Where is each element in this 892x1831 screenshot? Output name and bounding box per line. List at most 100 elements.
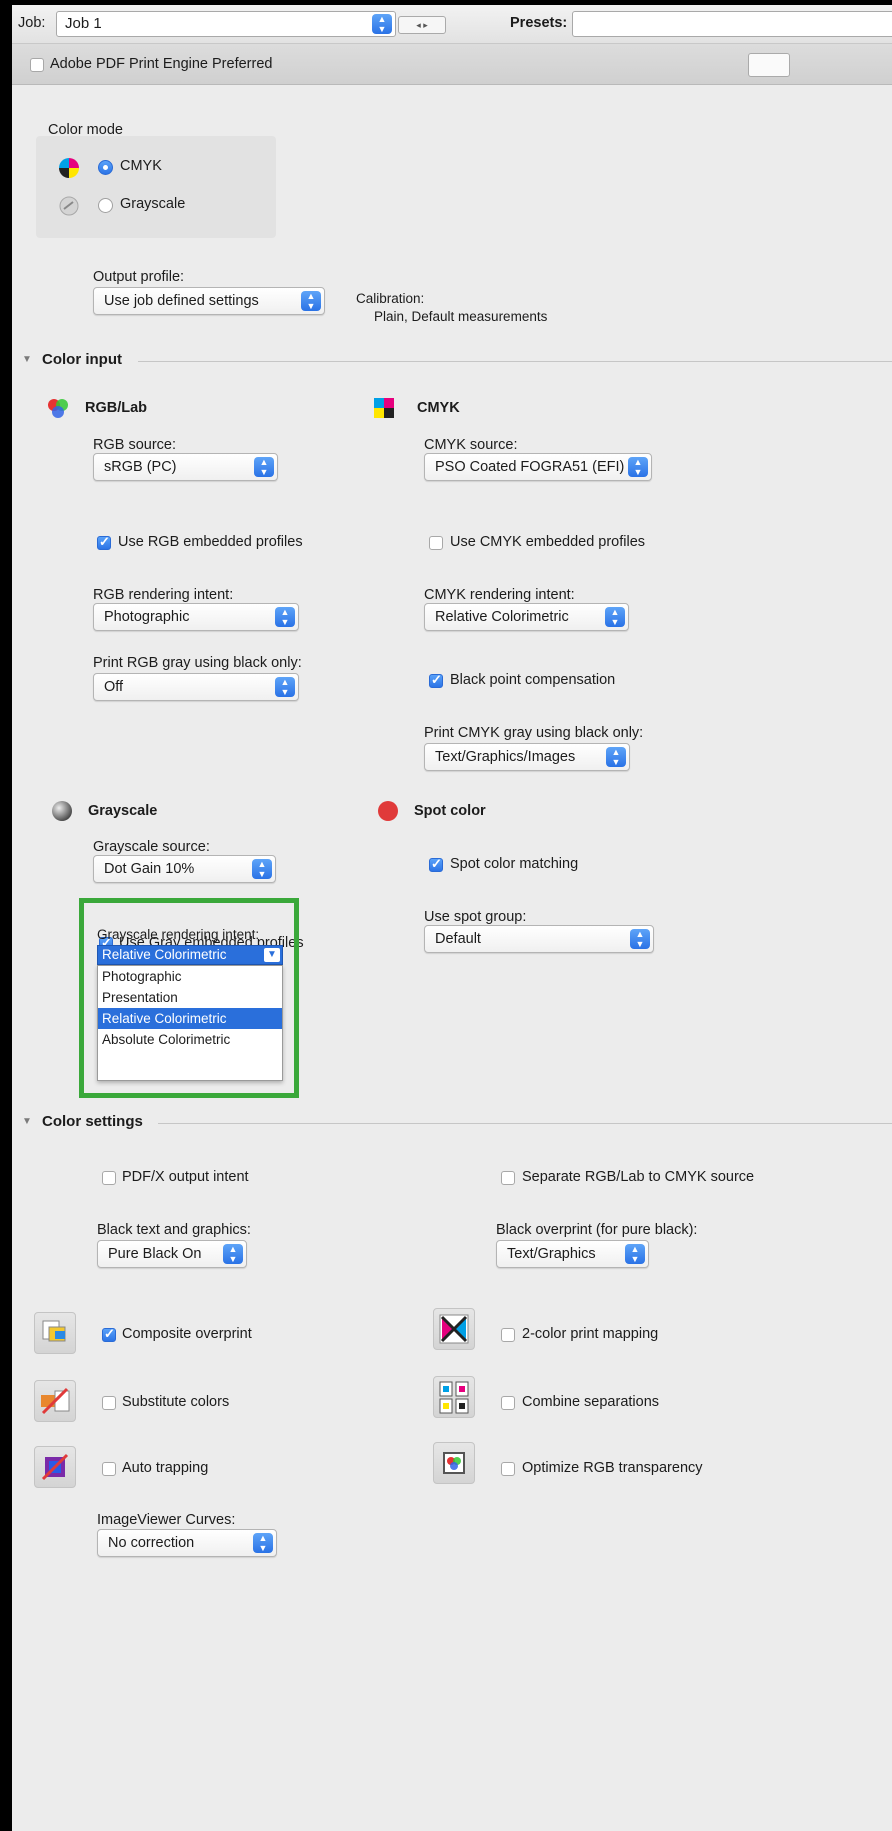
cmyk-intent-select[interactable]: Relative Colorimetric ▲ ▼: [424, 603, 629, 631]
grayscale-radio[interactable]: [98, 198, 113, 213]
output-profile-select[interactable]: Use job defined settings ▲ ▼: [93, 287, 325, 315]
select-arrows-icon: ▲ ▼: [301, 291, 321, 311]
chevron-down-icon: ▼: [264, 948, 280, 962]
cmyk-radio-label: CMYK: [120, 158, 162, 174]
select-arrows-icon: ▲ ▼: [606, 747, 626, 767]
menu-item-presentation[interactable]: Presentation: [98, 987, 282, 1008]
cmyk-intent-label: CMYK rendering intent:: [424, 587, 575, 603]
grayscale-sphere-icon: [52, 801, 72, 821]
cmyk-radio[interactable]: [98, 160, 113, 175]
auto-trapping-checkbox[interactable]: [102, 1462, 116, 1476]
pdf-engine-checkbox[interactable]: [30, 58, 44, 72]
output-profile-value: Use job defined settings: [104, 293, 259, 309]
select-arrows-icon: ▲ ▼: [254, 457, 274, 477]
menu-item-relative-colorimetric[interactable]: Relative Colorimetric: [98, 1008, 282, 1029]
rgb-source-label: RGB source:: [93, 437, 176, 453]
two-color-mapping-checkbox[interactable]: [501, 1328, 515, 1342]
black-text-select[interactable]: Pure Black On ▲ ▼: [97, 1240, 247, 1268]
color-mode-box: CMYK Grayscale: [36, 136, 276, 238]
cmyk-embedded-checkbox[interactable]: [429, 536, 443, 550]
grayscale-wheel-icon: [59, 196, 79, 216]
disclosure-triangle-icon[interactable]: ▼: [22, 1116, 32, 1127]
select-arrows-icon: ▲ ▼: [275, 677, 295, 697]
color-input-title: Color input: [42, 351, 122, 368]
substitute-colors-checkbox[interactable]: [102, 1396, 116, 1410]
spot-matching-checkbox[interactable]: [429, 856, 443, 872]
rgb-lab-title: RGB/Lab: [85, 400, 148, 416]
grayscale-radio-label: Grayscale: [120, 196, 186, 212]
black-overprint-select[interactable]: Text/Graphics ▲ ▼: [496, 1240, 649, 1268]
substitute-colors-icon: [41, 1387, 70, 1415]
cmyk-gray-select[interactable]: Text/Graphics/Images ▲ ▼: [424, 743, 630, 771]
auto-trapping-icon: [41, 1453, 69, 1481]
auto-trapping-label: Auto trapping: [122, 1460, 209, 1476]
pdfx-output-intent-checkbox[interactable]: [102, 1171, 116, 1185]
color-settings-window: Job: Job 1 ▲ ▼ ◂ ▸ Presets: Adobe PDF Pri…: [12, 5, 892, 1831]
job-toolbar: Job: Job 1 ▲ ▼ ◂ ▸ Presets:: [12, 5, 892, 44]
black-point-compensation-checkbox[interactable]: [429, 672, 443, 688]
substitute-colors-label: Substitute colors: [122, 1394, 230, 1410]
cmyk-wheel-icon: [59, 158, 79, 178]
composite-overprint-label: Composite overprint: [122, 1326, 252, 1342]
spot-group-value: Default: [435, 931, 481, 947]
spot-group-select[interactable]: Default ▲ ▼: [424, 925, 654, 953]
job-select[interactable]: Job 1: [56, 11, 396, 37]
cmyk-intent-value: Relative Colorimetric: [435, 609, 569, 625]
imageviewer-curves-value: No correction: [108, 1535, 195, 1551]
rgb-intent-select[interactable]: Photographic ▲ ▼: [93, 603, 299, 631]
menu-item-absolute-colorimetric[interactable]: Absolute Colorimetric: [98, 1029, 282, 1050]
select-arrows-icon: ▲ ▼: [628, 457, 648, 477]
optimize-rgb-transparency-checkbox[interactable]: [501, 1462, 515, 1476]
rgb-intent-label: RGB rendering intent:: [93, 587, 234, 603]
combine-separations-tile: [433, 1376, 475, 1418]
pdfx-output-intent-label: PDF/X output intent: [122, 1169, 249, 1185]
cmyk-source-value: PSO Coated FOGRA51 (EFI): [435, 459, 625, 475]
grayscale-source-select[interactable]: Dot Gain 10% ▲ ▼: [93, 855, 276, 883]
grayscale-intent-label: Grayscale rendering intent:: [97, 927, 260, 942]
spot-color-title: Spot color: [414, 803, 486, 819]
cmyk-gray-value: Text/Graphics/Images: [435, 749, 576, 765]
cmyk-source-select[interactable]: PSO Coated FOGRA51 (EFI) ▲ ▼: [424, 453, 652, 481]
composite-overprint-checkbox[interactable]: [102, 1326, 116, 1342]
substitute-colors-tile: [34, 1380, 76, 1422]
job-nav-arrows-icon[interactable]: ◂ ▸: [398, 16, 446, 34]
disclosure-triangle-icon[interactable]: ▼: [22, 354, 32, 365]
two-color-tile: [433, 1308, 475, 1350]
grayscale-source-label: Grayscale source:: [93, 839, 210, 855]
rgb-gray-label: Print RGB gray using black only:: [93, 655, 302, 671]
cmyk-gray-label: Print CMYK gray using black only:: [424, 725, 644, 741]
optimize-rgb-tile: [433, 1442, 475, 1484]
rgb-source-select[interactable]: sRGB (PC) ▲ ▼: [93, 453, 278, 481]
rgb-intent-value: Photographic: [104, 609, 190, 625]
composite-overprint-icon: [42, 1320, 66, 1342]
separate-rgb-label: Separate RGB/Lab to CMYK source: [522, 1169, 755, 1185]
menu-item-photographic[interactable]: Photographic: [98, 966, 282, 987]
separate-rgb-checkbox[interactable]: [501, 1171, 515, 1185]
engine-bar: Adobe PDF Print Engine Preferred: [12, 44, 892, 85]
pdf-engine-label: Adobe PDF Print Engine Preferred: [50, 56, 273, 72]
rgb-gray-select[interactable]: Off ▲ ▼: [93, 673, 299, 701]
job-select-arrow-icon[interactable]: ▲ ▼: [372, 14, 392, 34]
job-select-value: Job 1: [65, 15, 102, 32]
color-settings-title: Color settings: [42, 1113, 143, 1130]
imageviewer-curves-select[interactable]: No correction ▲ ▼: [97, 1529, 277, 1557]
select-arrows-icon: ▲ ▼: [605, 607, 625, 627]
grayscale-intent-select[interactable]: Relative Colorimetric ▼: [97, 945, 283, 965]
combine-separations-label: Combine separations: [522, 1394, 660, 1410]
output-profile-label: Output profile:: [93, 269, 185, 285]
grayscale-source-value: Dot Gain 10%: [104, 861, 195, 877]
spot-matching-label: Spot color matching: [450, 856, 579, 872]
grayscale-intent-value: Relative Colorimetric: [102, 947, 227, 962]
black-overprint-value: Text/Graphics: [507, 1246, 596, 1262]
imageviewer-curves-label: ImageViewer Curves:: [97, 1512, 236, 1528]
rgb-lab-icon: [48, 399, 68, 418]
cmyk-squares-icon: [374, 398, 394, 418]
rgb-embedded-checkbox[interactable]: [97, 534, 111, 550]
combine-separations-checkbox[interactable]: [501, 1396, 515, 1410]
presets-field[interactable]: [572, 11, 892, 37]
engine-side-button[interactable]: [748, 53, 790, 77]
section-divider: [158, 1123, 892, 1124]
select-arrows-icon: ▲ ▼: [625, 1244, 645, 1264]
spot-group-label: Use spot group:: [424, 909, 527, 925]
cmyk-source-label: CMYK source:: [424, 437, 518, 453]
